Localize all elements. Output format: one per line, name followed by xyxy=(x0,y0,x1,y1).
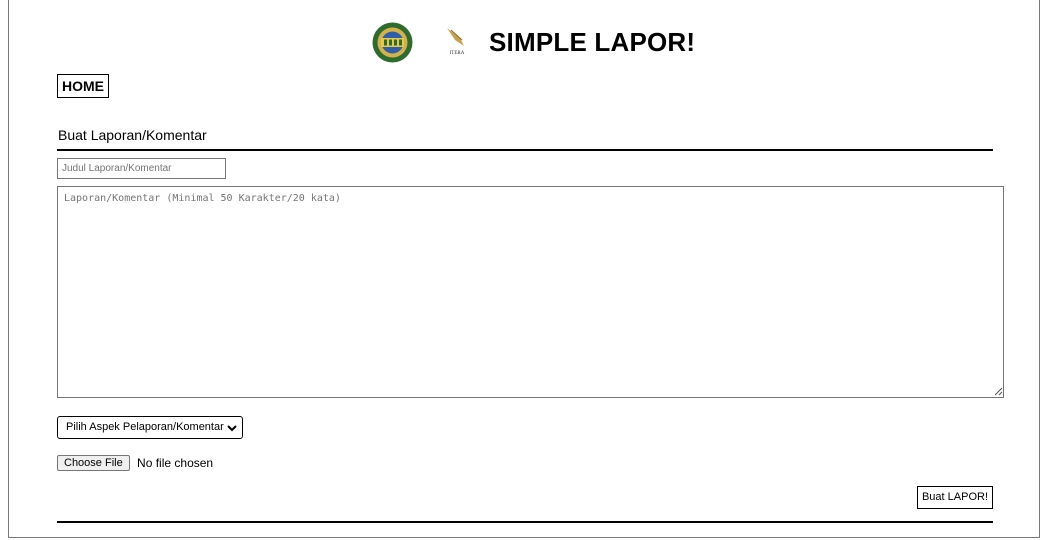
choose-file-button[interactable]: Choose File xyxy=(57,455,130,471)
submit-report-button[interactable]: Buat LAPOR! xyxy=(917,486,993,509)
home-nav-button[interactable]: HOME xyxy=(57,74,109,98)
report-title-input[interactable] xyxy=(57,158,226,179)
chevron-down-icon xyxy=(227,425,237,432)
file-status-text: No file chosen xyxy=(137,456,214,470)
aspect-select[interactable]: Pilih Aspek Pelaporan/Komentar xyxy=(57,416,243,439)
aspect-select-value: Pilih Aspek Pelaporan/Komentar xyxy=(66,421,224,433)
section-divider-bottom xyxy=(57,521,993,523)
institution-emblem-icon xyxy=(372,22,413,63)
section-title: Buat Laporan/Komentar xyxy=(58,127,207,143)
site-title: SIMPLE LAPOR! xyxy=(489,27,696,57)
site-header: ITERA SIMPLE LAPOR! xyxy=(0,0,1048,70)
itera-logo-caption: ITERA xyxy=(450,51,465,56)
itera-logo-icon: ITERA xyxy=(444,26,470,56)
section-divider-top xyxy=(57,149,993,151)
report-body-textarea[interactable] xyxy=(57,186,1004,398)
file-upload-row: Choose File No file chosen xyxy=(57,455,213,471)
resize-grip-icon[interactable] xyxy=(993,386,1003,396)
